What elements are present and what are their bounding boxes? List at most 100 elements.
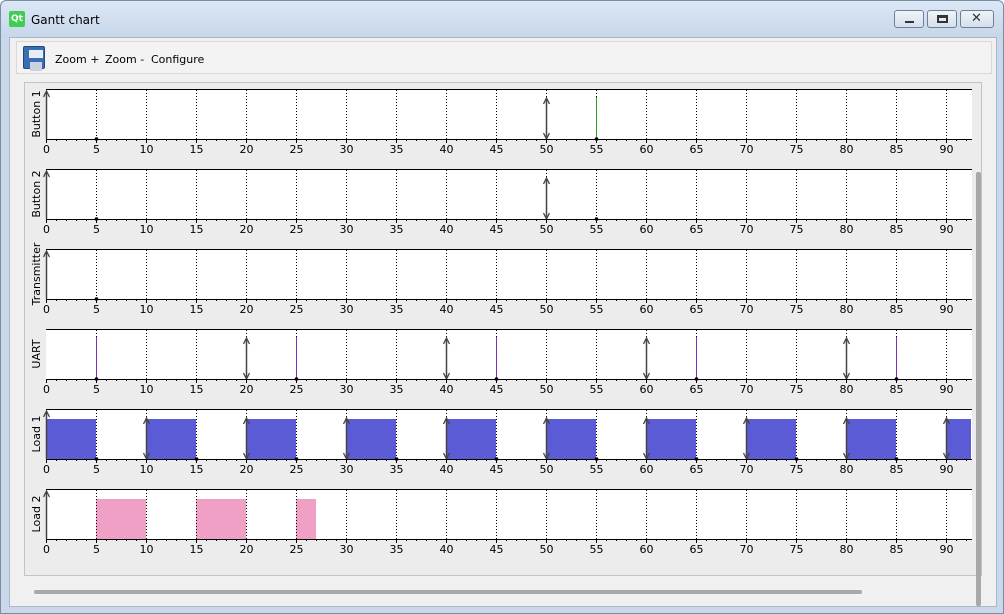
- x-tick-label: 5: [93, 223, 100, 236]
- x-tick-label: 25: [290, 383, 304, 396]
- x-tick-label: 75: [790, 143, 804, 156]
- x-tick-label: 85: [890, 303, 904, 316]
- event-dot: [94, 137, 99, 141]
- x-tick-label: 35: [390, 303, 404, 316]
- x-tick-label: 35: [390, 463, 404, 476]
- event-dot: [394, 457, 399, 461]
- x-tick-label: 45: [490, 383, 504, 396]
- x-tick-label: 35: [390, 543, 404, 556]
- event-dot: [694, 457, 699, 461]
- x-tick-label: 80: [840, 383, 854, 396]
- x-tick-label: 30: [340, 143, 354, 156]
- maximize-icon: [937, 15, 948, 23]
- x-tick-label: 55: [590, 303, 604, 316]
- gantt-bar: [546, 419, 596, 459]
- event-dot: [194, 457, 199, 461]
- x-tick-label: 30: [340, 383, 354, 396]
- save-icon: [23, 46, 45, 71]
- x-tick-label: 75: [790, 303, 804, 316]
- close-button[interactable]: ✕: [960, 10, 994, 28]
- x-tick-label: 10: [140, 143, 154, 156]
- gantt-scroll-area[interactable]: 0 5 10 15 20 25 30 35 40 45 50 55 60 65 70 75 80 85 90 Butt…: [24, 82, 982, 576]
- row-label: UART: [30, 339, 43, 368]
- x-tick-label: 80: [840, 143, 854, 156]
- event-dot: [894, 457, 899, 461]
- x-tick-label: 55: [590, 223, 604, 236]
- x-tick-label: 45: [490, 223, 504, 236]
- x-tick-label: 5: [93, 303, 100, 316]
- event-dot: [594, 457, 599, 461]
- x-tick-label: 20: [240, 543, 254, 556]
- x-tick-label: 65: [690, 223, 704, 236]
- x-tick-label: 60: [640, 303, 654, 316]
- x-tick-label: 80: [840, 463, 854, 476]
- zoom-in-button[interactable]: Zoom +: [55, 53, 99, 66]
- main-window: Qt Gantt chart ✕ Zoom + Zoom - Configure…: [0, 0, 1004, 614]
- x-tick-label: 90: [940, 303, 954, 316]
- x-tick-label: 75: [790, 543, 804, 556]
- x-tick-label: 80: [840, 303, 854, 316]
- plot-area: [46, 249, 972, 299]
- x-tick-label: 45: [490, 143, 504, 156]
- gantt-bar: [196, 499, 246, 539]
- x-tick-label: 50: [540, 463, 554, 476]
- horizontal-scrollbar[interactable]: [34, 590, 862, 594]
- row-label: Load 1: [30, 416, 43, 453]
- x-tick-label: 85: [890, 223, 904, 236]
- x-tick-label: 40: [440, 303, 454, 316]
- configure-button[interactable]: Configure: [151, 53, 204, 66]
- row-label: Button 1: [30, 90, 43, 137]
- plot-area: [46, 329, 972, 379]
- x-tick-label: 15: [190, 223, 204, 236]
- zoom-out-button[interactable]: Zoom -: [105, 53, 144, 66]
- event-dot: [294, 457, 299, 461]
- row-label: Load 2: [30, 496, 43, 533]
- x-tick-label: 65: [690, 143, 704, 156]
- x-tick-label: 55: [590, 383, 604, 396]
- x-tick-label: 50: [540, 543, 554, 556]
- row-label: Button 2: [30, 170, 43, 217]
- x-tick-label: 55: [590, 463, 604, 476]
- title-bar[interactable]: Qt Gantt chart ✕: [1, 1, 1003, 37]
- x-tick-label: 80: [840, 223, 854, 236]
- x-tick-label: 75: [790, 463, 804, 476]
- x-tick-label: 25: [290, 543, 304, 556]
- x-tick-label: 20: [240, 223, 254, 236]
- x-tick-label: 90: [940, 543, 954, 556]
- x-tick-label: 65: [690, 383, 704, 396]
- x-tick-label: 55: [590, 143, 604, 156]
- x-tick-label: 50: [540, 303, 554, 316]
- x-tick-label: 90: [940, 223, 954, 236]
- x-tick-label: 65: [690, 543, 704, 556]
- x-tick-label: 30: [340, 223, 354, 236]
- x-tick-label: 20: [240, 303, 254, 316]
- x-tick-label: 0: [43, 223, 50, 236]
- x-tick-label: 0: [43, 463, 50, 476]
- event-dot: [594, 137, 599, 141]
- x-tick-label: 50: [540, 223, 554, 236]
- client-area: Zoom + Zoom - Configure 0 5 10 15 20 25 30 35 40…: [9, 37, 997, 607]
- x-tick-label: 85: [890, 463, 904, 476]
- x-tick-label: 70: [740, 303, 754, 316]
- x-tick-label: 5: [93, 383, 100, 396]
- x-tick-label: 20: [240, 463, 254, 476]
- event-dot: [494, 457, 499, 461]
- event-dot: [94, 377, 99, 381]
- x-tick-label: 50: [540, 143, 554, 156]
- vertical-scrollbar[interactable]: [976, 172, 981, 606]
- x-tick-label: 45: [490, 543, 504, 556]
- save-button[interactable]: [22, 45, 46, 71]
- x-tick-label: 40: [440, 223, 454, 236]
- qt-logo-icon: Qt: [9, 11, 25, 27]
- x-tick-label: 80: [840, 543, 854, 556]
- minimize-button[interactable]: [894, 10, 924, 28]
- maximize-button[interactable]: [927, 10, 957, 28]
- x-tick-label: 60: [640, 463, 654, 476]
- x-tick-label: 60: [640, 543, 654, 556]
- x-tick-label: 15: [190, 463, 204, 476]
- event-dot: [294, 377, 299, 381]
- x-tick-label: 35: [390, 383, 404, 396]
- x-tick-label: 15: [190, 543, 204, 556]
- event-dot: [494, 377, 499, 381]
- x-tick-label: 90: [940, 143, 954, 156]
